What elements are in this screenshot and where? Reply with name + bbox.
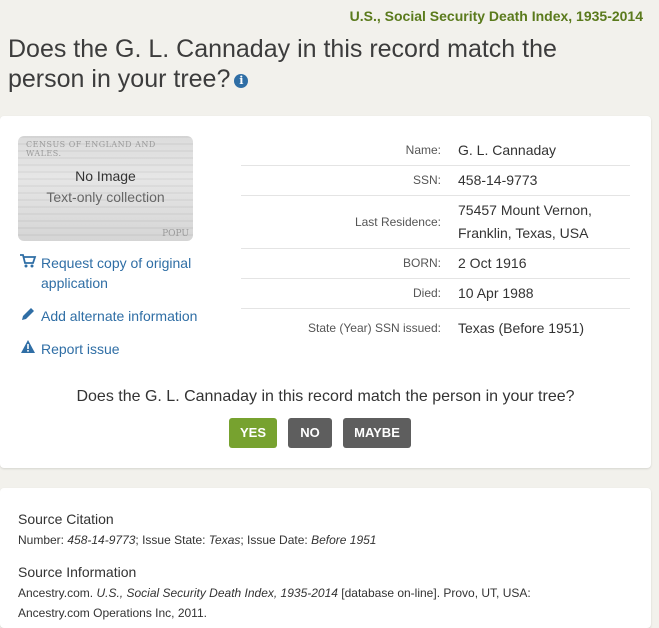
fact-row: SSN: 458-14-9773 bbox=[241, 165, 630, 196]
source-info-prefix: Ancestry.com. bbox=[18, 586, 97, 600]
fact-row: BORN: 2 Oct 1916 bbox=[241, 248, 630, 279]
source-citation-text: Number: 458-14-9773; Issue State: Texas;… bbox=[18, 530, 578, 550]
fact-label: Name: bbox=[241, 136, 457, 166]
fact-value: Texas (Before 1951) bbox=[458, 319, 585, 336]
fact-label: SSN: bbox=[241, 165, 457, 196]
cart-icon bbox=[18, 253, 38, 274]
report-issue-link[interactable]: Report issue bbox=[18, 339, 120, 359]
citation-state: Texas bbox=[208, 533, 241, 547]
add-alternate-label: Add alternate information bbox=[41, 308, 198, 324]
record-card: CENSUS OF ENGLAND AND WALES. No Image Te… bbox=[0, 116, 651, 468]
source-info-title: U.S., Social Security Death Index, 1935-… bbox=[96, 586, 338, 600]
fact-value: 2 Oct 1916 bbox=[457, 248, 630, 279]
thumbnail-census-text: CENSUS OF ENGLAND AND WALES. bbox=[26, 140, 156, 158]
page-question-text: Does the G. L. Cannaday in this record m… bbox=[8, 35, 557, 93]
thumbnail-corner-text: POPU bbox=[162, 229, 189, 239]
request-copy-label: Request copy of original application bbox=[41, 255, 192, 291]
record-facts-table: Name: G. L. Cannaday SSN: 458-14-9773 La… bbox=[241, 136, 630, 348]
fact-row: Name: G. L. Cannaday bbox=[241, 136, 630, 166]
citation-date: Before 1951 bbox=[311, 533, 377, 547]
source-information-text: Ancestry.com. U.S., Social Security Deat… bbox=[18, 583, 578, 623]
text-only-label: Text-only collection bbox=[46, 189, 165, 205]
citation-number: 458-14-9773 bbox=[67, 533, 136, 547]
no-button[interactable]: NO bbox=[288, 418, 332, 448]
info-icon[interactable]: i bbox=[234, 74, 249, 88]
fact-row: State (Year) SSN issued: Texas (Before 1… bbox=[241, 308, 630, 348]
fact-value: 10 Apr 1988 bbox=[457, 278, 630, 309]
collection-title[interactable]: U.S., Social Security Death Index, 1935-… bbox=[350, 8, 643, 24]
fact-label: Last Residence: bbox=[241, 195, 457, 249]
yes-button[interactable]: YES bbox=[229, 418, 277, 448]
fact-row: Last Residence: 75457 Mount Vernon, Fran… bbox=[241, 195, 630, 249]
no-image-label: No Image bbox=[75, 168, 136, 184]
source-citation-heading: Source Citation bbox=[18, 511, 114, 527]
add-alternate-link[interactable]: Add alternate information bbox=[18, 306, 197, 327]
match-buttons: YES NO MAYBE bbox=[229, 418, 422, 448]
warning-icon bbox=[18, 339, 38, 359]
fact-label: BORN: bbox=[241, 248, 457, 279]
maybe-button[interactable]: MAYBE bbox=[343, 418, 411, 448]
page-title: Does the G. L. Cannaday in this record m… bbox=[8, 34, 638, 94]
record-thumbnail: CENSUS OF ENGLAND AND WALES. No Image Te… bbox=[18, 136, 193, 241]
fact-label: Died: bbox=[241, 278, 457, 309]
fact-value: 458-14-9773 bbox=[457, 165, 630, 196]
report-issue-label: Report issue bbox=[41, 341, 120, 357]
request-copy-link[interactable]: Request copy of original application bbox=[18, 253, 211, 293]
fact-value: G. L. Cannaday bbox=[457, 136, 630, 166]
citation-date-label: ; Issue Date: bbox=[240, 533, 312, 547]
pencil-icon bbox=[18, 306, 38, 327]
fact-label: State (Year) SSN issued: bbox=[308, 321, 441, 336]
citation-number-label: Number: bbox=[18, 533, 68, 547]
fact-row: Died: 10 Apr 1988 bbox=[241, 278, 630, 309]
source-card: Source Citation Number: 458-14-9773; Iss… bbox=[0, 488, 651, 628]
match-question: Does the G. L. Cannaday in this record m… bbox=[76, 388, 575, 405]
source-information-heading: Source Information bbox=[18, 564, 137, 580]
fact-value: 75457 Mount Vernon, Franklin, Texas, USA bbox=[457, 195, 630, 249]
citation-state-label: ; Issue State: bbox=[135, 533, 209, 547]
